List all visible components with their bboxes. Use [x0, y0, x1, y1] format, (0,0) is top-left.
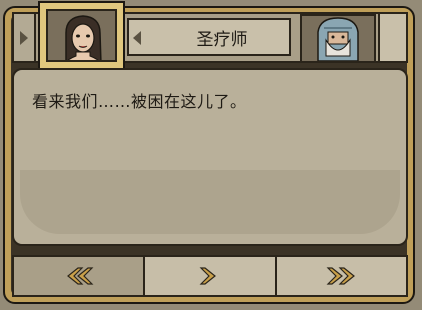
- double-chevron-left-icon: [66, 267, 94, 285]
- portrait-knight[interactable]: [300, 14, 376, 63]
- next-button[interactable]: [145, 257, 277, 295]
- triangle-right-icon: [20, 30, 28, 45]
- double-chevron-right-icon: [326, 267, 356, 285]
- knight-portrait-icon: [302, 16, 374, 61]
- triangle-left-icon: [133, 31, 141, 45]
- chevron-right-icon: [199, 267, 216, 285]
- portrait-scroll-right-button[interactable]: [378, 14, 406, 61]
- dialog-text: 看来我们……被困在这儿了。: [32, 92, 247, 111]
- portrait-selected-healer[interactable]: [38, 1, 125, 70]
- speaker-nameplate: 圣疗师: [127, 18, 291, 56]
- woman-portrait-icon: [48, 11, 115, 60]
- dialog-box: 看来我们……被困在这儿了。: [12, 68, 408, 246]
- back-button[interactable]: [14, 257, 146, 295]
- dialog-controls: [12, 255, 408, 297]
- speaker-name: 圣疗师: [196, 29, 248, 50]
- portrait-scroll-left-button[interactable]: [14, 14, 36, 61]
- skip-button[interactable]: [276, 257, 406, 295]
